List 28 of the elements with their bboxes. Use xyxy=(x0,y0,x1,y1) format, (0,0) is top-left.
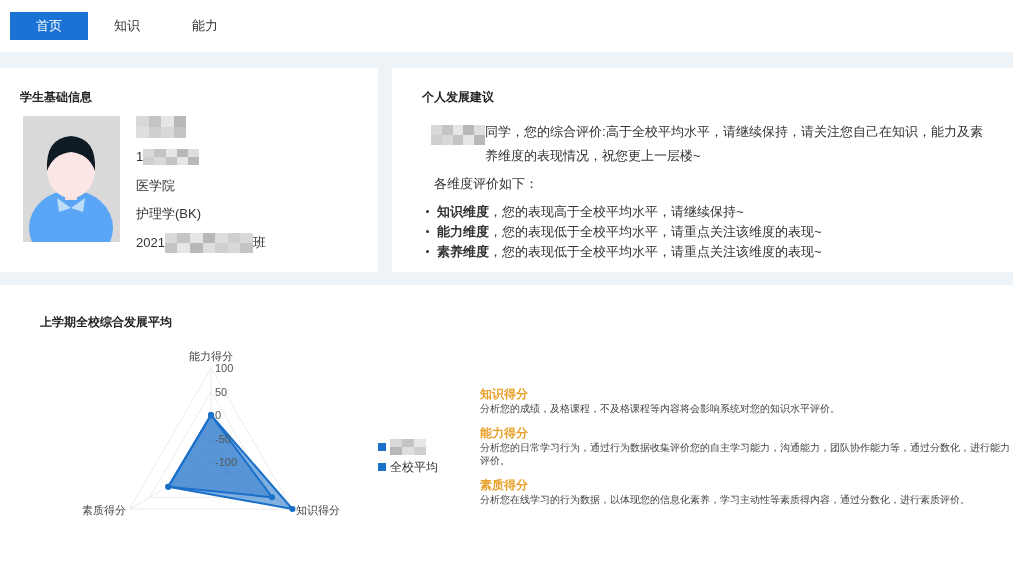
tick-label: -50 xyxy=(215,432,231,445)
evaluation-text: 素养维度，您的表现低于全校平均水平，请重点关注该维度的表现~ xyxy=(437,242,822,261)
class-text: 班 xyxy=(252,233,266,252)
section-title: 上学期全校综合发展平均 xyxy=(40,314,172,331)
intro-text: 各维度评价如下： xyxy=(434,175,539,193)
tick-label: 100 xyxy=(215,362,234,374)
score-heading: 知识得分 xyxy=(480,386,529,402)
card-title: 学生基础信息 xyxy=(20,89,93,106)
evaluation-text: 知识维度，您的表现高于全校平均水平，请继续保持~ xyxy=(437,202,744,221)
score-description: 分析您的成绩，及格课程，不及格课程等内容将会影响系统对您的知识水平评价。 xyxy=(480,402,841,415)
summary-text: 同学，您的综合评价:高于全校平均水平，请继续保持，请关注您自己在知识，能力及素养维度的表现情况，祝您更上一层楼~ xyxy=(485,123,983,165)
major-text: 护理学(BK) xyxy=(136,205,202,223)
card-title: 个人发展建议 xyxy=(422,89,495,106)
score-heading: 素质得分 xyxy=(480,477,529,493)
axis-label: 知识得分 xyxy=(296,504,341,516)
class-text: 2021 xyxy=(136,233,165,252)
legend-label: 全校平均 xyxy=(390,459,438,476)
tick-label: 0 xyxy=(215,409,222,421)
score-description: 分析您的日常学习行为，通过行为数据收集评价您的自主学习能力，沟通能力，团队协作能力等，通过分数化，进行能力评价。 xyxy=(480,441,1010,467)
axis-label: 能力得分 xyxy=(189,350,233,362)
score-heading: 能力得分 xyxy=(480,425,529,441)
score-description: 分析您在线学习的行为数据，以体现您的信息化素养，学习主动性等素质得内容，通过分数化，进行素质评价。 xyxy=(480,493,971,506)
college-text: 医学院 xyxy=(136,176,176,195)
tick-label: -100 xyxy=(215,456,238,468)
evaluation-text: 能力维度，您的表现低于全校平均水平，请重点关注该维度的表现~ xyxy=(437,222,822,241)
tick-label: 50 xyxy=(215,385,228,398)
axis-label: 素质得分 xyxy=(81,504,126,516)
student-id: 1 xyxy=(136,148,144,166)
